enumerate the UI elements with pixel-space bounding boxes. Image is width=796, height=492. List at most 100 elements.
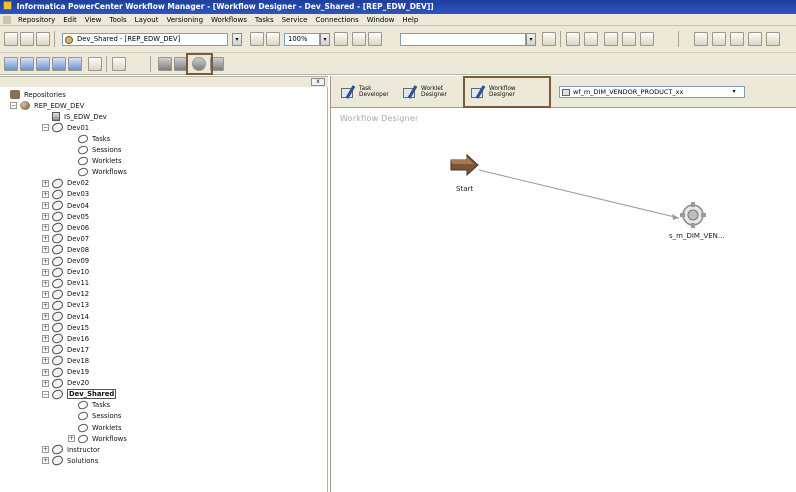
menu-layout[interactable]: Layout [131,14,163,26]
expand-icon[interactable]: + [42,446,49,454]
tree-dev01-worklets[interactable]: Worklets [76,155,122,167]
expand-icon[interactable]: + [42,301,49,309]
tree-folder-dev12[interactable]: + Dev12 [42,288,89,301]
tree-folder-dev13[interactable]: + Dev13 [42,299,89,312]
menu-help[interactable]: Help [398,14,422,26]
menu-tools[interactable]: Tools [105,14,130,26]
workflow-link[interactable] [331,108,796,492]
connect-repository-icon[interactable] [4,32,18,46]
expand-icon[interactable]: + [42,290,49,298]
tab-task-developer[interactable]: Task Developer [341,80,389,104]
navigator-icon[interactable] [4,57,18,71]
expand-icon[interactable]: + [42,190,49,198]
expand-icon[interactable]: + [42,246,49,254]
tree-repository[interactable]: − REP_EDW_DEV [10,100,84,111]
repository-manager-icon[interactable] [68,57,82,71]
expand-icon[interactable]: + [42,368,49,376]
tree-folder-dev16[interactable]: + Dev16 [42,332,89,345]
tree-dev01-sessions[interactable]: Sessions [76,144,121,156]
expand-icon[interactable]: + [42,346,49,354]
tree-folder-dev14[interactable]: + Dev14 [42,310,89,323]
folder-combo-arrow[interactable]: ▾ [232,33,242,46]
expand-icon[interactable]: + [42,324,49,332]
pointer-icon[interactable] [694,32,708,46]
workflow-combo-arrow[interactable]: ▾ [727,87,741,97]
arrange-icon[interactable] [266,32,280,46]
tree-integration-service[interactable]: IS_EDW_Dev [52,111,107,122]
grid-view-icon[interactable] [250,32,264,46]
object-combo-arrow[interactable]: ▾ [526,33,536,46]
expand-icon[interactable]: + [42,279,49,287]
tree-dev-shared-sessions[interactable]: Sessions [76,410,121,422]
menu-connections[interactable]: Connections [311,14,362,26]
menu-view[interactable]: View [81,14,106,26]
tree-folder-dev03[interactable]: + Dev03 [42,188,89,201]
tree-folder-dev06[interactable]: + Dev06 [42,221,89,234]
expand-icon[interactable]: + [42,257,49,265]
tree-dev-shared-tasks[interactable]: Tasks [76,399,110,411]
menu-versioning[interactable]: Versioning [162,14,207,26]
collapse-icon[interactable]: − [42,124,49,132]
menu-edit[interactable]: Edit [59,14,81,26]
start-workflow-icon[interactable] [604,32,618,46]
tree-folder-dev05[interactable]: + Dev05 [42,210,89,223]
start-task-icon[interactable] [449,154,479,176]
tree-folder-dev17[interactable]: + Dev17 [42,344,89,356]
menu-repository[interactable]: Repository [14,14,59,26]
output-window-icon[interactable] [20,57,34,71]
tree-folder-solutions[interactable]: + Solutions [42,455,98,467]
start-task-label[interactable]: Start [456,185,473,193]
expand-icon[interactable]: + [42,202,49,209]
tree-folder-instructor[interactable]: + Instructor [42,443,100,456]
zoom-fit-icon[interactable] [352,32,366,46]
tree-folder-dev15[interactable]: + Dev15 [42,321,89,334]
tree-dev-shared-worklets[interactable]: Worklets [76,422,122,433]
expand-icon[interactable]: + [42,268,49,276]
link-tasks-icon[interactable] [712,32,726,46]
zoom-combo-arrow[interactable]: ▾ [320,33,330,46]
designer-icon[interactable] [52,57,66,71]
command-task-icon[interactable] [748,32,762,46]
tree-folder-dev02[interactable]: + Dev02 [42,177,89,190]
zoom-out-icon[interactable] [334,32,348,46]
tree-folder-dev04[interactable]: + Dev04 [42,199,89,212]
expand-icon[interactable]: + [42,335,49,343]
zoom-combo[interactable]: 100% [284,33,320,46]
collapse-icon[interactable]: − [42,390,49,398]
tree-dev01-workflows[interactable]: Workflows [76,166,127,178]
expand-icon[interactable]: + [42,357,49,365]
tree-folder-dev11[interactable]: + Dev11 [42,277,89,289]
tree-folder-dev18[interactable]: + Dev18 [42,355,89,367]
tree-folder-dev-shared[interactable]: − Dev_Shared [42,388,117,400]
expand-icon[interactable]: + [42,179,49,187]
pan-icon[interactable] [368,32,382,46]
tree-folder-dev10[interactable]: + Dev10 [42,266,89,278]
tree-folder-dev19[interactable]: + Dev19 [42,366,89,378]
navigator-close-button[interactable]: x [311,78,325,86]
object-combo[interactable] [400,33,526,46]
run-icon[interactable] [112,57,126,71]
workflow-monitor-icon[interactable] [158,57,172,71]
menu-workflows[interactable]: Workflows [207,14,251,26]
tree-dev-shared-workflows[interactable]: + Workflows [68,433,127,445]
tree-dev01-tasks[interactable]: Tasks [76,133,110,145]
session-task-label[interactable]: s_m_DIM_VEN... [669,232,725,240]
menu-window[interactable]: Window [363,14,399,26]
menu-tasks[interactable]: Tasks [251,14,278,26]
save-icon[interactable] [36,32,50,46]
disconnect-repository-icon[interactable] [20,32,34,46]
find-icon[interactable] [36,57,50,71]
session-task-icon[interactable] [679,201,707,229]
menu-service[interactable]: Service [278,14,312,26]
tree-folder-dev09[interactable]: + Dev09 [42,255,89,267]
expand-icon[interactable]: + [42,457,49,465]
check-out-icon[interactable] [566,32,580,46]
expand-icon[interactable]: + [42,224,49,232]
collapse-icon[interactable]: − [10,102,17,110]
workflow-combo[interactable]: wf_m_DIM_VENDOR_PRODUCT_xx [559,86,745,98]
folder-combo[interactable]: Dev_Shared - [REP_EDW_DEV] [62,33,228,46]
tools-icon[interactable] [88,57,102,71]
info-icon[interactable] [640,32,654,46]
expand-icon[interactable]: + [68,435,75,443]
edit-icon[interactable] [542,32,556,46]
